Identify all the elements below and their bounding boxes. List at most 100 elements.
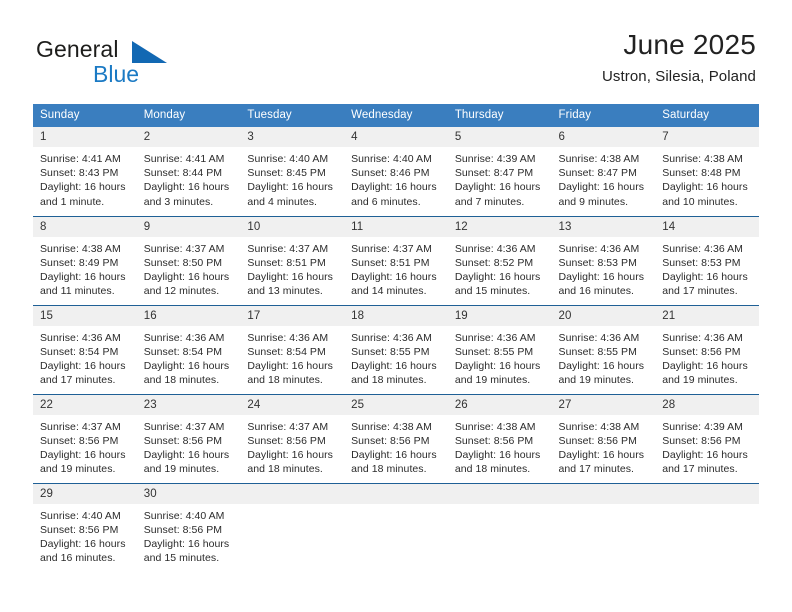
general-blue-logo[interactable]: General Blue: [36, 36, 226, 90]
calendar-day-cell[interactable]: 27 Sunrise: 4:38 AM Sunset: 8:56 PM Dayligh…: [551, 393, 656, 483]
calendar-day-cell[interactable]: 2 Sunrise: 4:41 AM Sunset: 8:44 PM Daylight…: [136, 127, 241, 216]
day-number: 2: [136, 127, 241, 147]
day-details: Sunrise: 4:41 AM Sunset: 8:44 PM Daylight:…: [137, 147, 241, 209]
daylight-duration-line2: and 19 minutes.: [558, 374, 634, 387]
calendar-day-cell[interactable]: 24 Sunrise: 4:37 AM Sunset: 8:56 PM Dayligh…: [240, 393, 345, 483]
sunset-time: Sunset: 8:56 PM: [40, 523, 119, 536]
sunrise-time: Sunrise: 4:38 AM: [40, 242, 121, 255]
sunset-time: Sunset: 8:56 PM: [662, 345, 741, 358]
daylight-duration-line1: Daylight: 16 hours: [662, 181, 748, 194]
calendar-day-cell[interactable]: 4 Sunrise: 4:40 AM Sunset: 8:46 PM Daylight…: [344, 127, 448, 216]
day-details: Sunrise: 4:38 AM Sunset: 8:56 PM Daylight:…: [344, 415, 448, 477]
day-number: 8: [33, 216, 137, 237]
day-number: 19: [447, 305, 552, 326]
sunset-time: Sunset: 8:56 PM: [247, 434, 326, 447]
calendar-day-cell[interactable]: 12 Sunrise: 4:36 AM Sunset: 8:52 PM Dayligh…: [447, 215, 552, 305]
location-subtitle: Ustron, Silesia, Poland: [601, 68, 756, 85]
daylight-duration-line2: and 19 minutes.: [454, 374, 531, 387]
calendar-day-cell-empty: [344, 482, 448, 572]
calendar-day-cell[interactable]: 26 Sunrise: 4:38 AM Sunset: 8:56 PM Dayligh…: [447, 393, 552, 483]
calendar-day-cell[interactable]: 25 Sunrise: 4:38 AM Sunset: 8:56 PM Dayligh…: [344, 393, 448, 483]
day-number: 15: [33, 305, 137, 326]
calendar-day-cell[interactable]: 7 Sunrise: 4:38 AM Sunset: 8:48 PM Daylight…: [655, 127, 759, 216]
calendar-week-row: 1 Sunrise: 4:41 AM Sunset: 8:43 PM Daylight…: [33, 127, 759, 216]
sunrise-time: Sunrise: 4:37 AM: [143, 420, 225, 433]
logo-text-blue: Blue: [93, 61, 140, 87]
calendar-week-row: 8 Sunrise: 4:38 AM Sunset: 8:49 PM Daylight…: [33, 215, 759, 305]
daylight-duration-line2: and 18 minutes.: [247, 463, 323, 476]
calendar-day-cell[interactable]: 14 Sunrise: 4:36 AM Sunset: 8:53 PM Dayligh…: [655, 215, 759, 305]
daylight-duration-line2: and 15 minutes.: [143, 552, 220, 565]
calendar-day-cell[interactable]: 10 Sunrise: 4:37 AM Sunset: 8:51 PM Dayligh…: [240, 215, 345, 305]
day-number: 25: [344, 394, 448, 415]
calendar-day-cell[interactable]: 9 Sunrise: 4:37 AM Sunset: 8:50 PM Daylight…: [136, 215, 241, 305]
day-details: Sunrise: 4:36 AM Sunset: 8:53 PM Daylight:…: [552, 237, 656, 299]
sunset-time: Sunset: 8:53 PM: [558, 256, 637, 269]
day-number: 30: [136, 483, 241, 504]
daylight-duration-line2: and 17 minutes.: [662, 463, 738, 476]
day-details: Sunrise: 4:38 AM Sunset: 8:49 PM Daylight:…: [33, 237, 137, 299]
sunrise-time: Sunrise: 4:37 AM: [247, 242, 329, 255]
day-number: 17: [240, 305, 345, 326]
sunrise-time: Sunrise: 4:40 AM: [143, 509, 225, 522]
day-number: 26: [447, 394, 552, 415]
daylight-duration-line2: and 18 minutes.: [454, 463, 531, 476]
day-number: 6: [551, 127, 656, 147]
sunrise-time: Sunrise: 4:38 AM: [558, 420, 640, 433]
day-number: 18: [344, 305, 448, 326]
weekday-header-wednesday: Wednesday: [344, 104, 448, 127]
weekday-header-tuesday: Tuesday: [240, 104, 345, 127]
calendar-day-cell[interactable]: 5 Sunrise: 4:39 AM Sunset: 8:47 PM Daylight…: [447, 127, 552, 216]
daylight-duration-line1: Daylight: 16 hours: [351, 359, 437, 372]
daylight-duration-line2: and 17 minutes.: [662, 285, 738, 298]
daylight-duration-line2: and 16 minutes.: [558, 285, 634, 298]
calendar-day-cell[interactable]: 30 Sunrise: 4:40 AM Sunset: 8:56 PM Dayligh…: [136, 482, 241, 572]
daylight-duration-line1: Daylight: 16 hours: [247, 181, 333, 194]
calendar-day-cell[interactable]: 29 Sunrise: 4:40 AM Sunset: 8:56 PM Dayligh…: [33, 482, 137, 572]
calendar-day-cell[interactable]: 23 Sunrise: 4:37 AM Sunset: 8:56 PM Dayligh…: [136, 393, 241, 483]
calendar-page: General Blue June 2025 Ustron, Silesia, …: [0, 0, 792, 612]
calendar-day-cell[interactable]: 20 Sunrise: 4:36 AM Sunset: 8:55 PM Dayligh…: [551, 304, 656, 394]
calendar-day-cell[interactable]: 21 Sunrise: 4:36 AM Sunset: 8:56 PM Dayligh…: [655, 304, 759, 394]
daylight-duration-line2: and 18 minutes.: [247, 374, 323, 387]
day-details: Sunrise: 4:37 AM Sunset: 8:50 PM Daylight:…: [137, 237, 241, 299]
day-details: [448, 504, 552, 509]
daylight-duration-line1: Daylight: 16 hours: [143, 448, 230, 461]
daylight-duration-line2: and 12 minutes.: [143, 285, 220, 298]
calendar-day-cell[interactable]: 16 Sunrise: 4:36 AM Sunset: 8:54 PM Dayligh…: [136, 304, 241, 394]
calendar-day-cell[interactable]: 19 Sunrise: 4:36 AM Sunset: 8:55 PM Dayligh…: [447, 304, 552, 394]
calendar-day-cell[interactable]: 28 Sunrise: 4:39 AM Sunset: 8:56 PM Dayligh…: [655, 393, 759, 483]
calendar-day-cell[interactable]: 15 Sunrise: 4:36 AM Sunset: 8:54 PM Dayligh…: [33, 304, 137, 394]
calendar-day-cell[interactable]: 13 Sunrise: 4:36 AM Sunset: 8:53 PM Dayligh…: [551, 215, 656, 305]
day-number: 29: [33, 483, 137, 504]
calendar-day-cell[interactable]: 22 Sunrise: 4:37 AM Sunset: 8:56 PM Dayligh…: [33, 393, 137, 483]
day-number: 4: [344, 127, 448, 147]
daylight-duration-line2: and 19 minutes.: [662, 374, 738, 387]
calendar-header-row: Sunday Monday Tuesday Wednesday Thursday Frid…: [33, 104, 759, 127]
daylight-duration-line2: and 18 minutes.: [351, 374, 427, 387]
sunrise-time: Sunrise: 4:36 AM: [662, 242, 743, 255]
daylight-duration-line1: Daylight: 16 hours: [351, 448, 437, 461]
calendar-day-cell[interactable]: 18 Sunrise: 4:36 AM Sunset: 8:55 PM Dayligh…: [344, 304, 448, 394]
daylight-duration-line1: Daylight: 16 hours: [454, 181, 541, 194]
sunset-time: Sunset: 8:54 PM: [40, 345, 119, 358]
day-details: Sunrise: 4:36 AM Sunset: 8:54 PM Daylight:…: [240, 326, 344, 388]
calendar-day-cell[interactable]: 11 Sunrise: 4:37 AM Sunset: 8:51 PM Dayligh…: [344, 215, 448, 305]
sunset-time: Sunset: 8:55 PM: [558, 345, 637, 358]
daylight-duration-line1: Daylight: 16 hours: [454, 359, 541, 372]
day-details: Sunrise: 4:38 AM Sunset: 8:47 PM Daylight:…: [552, 147, 656, 209]
sunrise-time: Sunrise: 4:39 AM: [662, 420, 743, 433]
calendar-day-cell[interactable]: 8 Sunrise: 4:38 AM Sunset: 8:49 PM Daylight…: [33, 215, 137, 305]
sunset-time: Sunset: 8:53 PM: [662, 256, 741, 269]
calendar-day-cell[interactable]: 6 Sunrise: 4:38 AM Sunset: 8:47 PM Daylight…: [551, 127, 656, 216]
daylight-duration-line1: Daylight: 16 hours: [40, 359, 126, 372]
sunset-time: Sunset: 8:46 PM: [351, 167, 430, 180]
logo-triangle-icon: [132, 41, 167, 63]
calendar-week-row: 29 Sunrise: 4:40 AM Sunset: 8:56 PM Dayligh…: [33, 482, 759, 572]
calendar-day-cell[interactable]: 3 Sunrise: 4:40 AM Sunset: 8:45 PM Daylight…: [240, 127, 345, 216]
sunset-time: Sunset: 8:48 PM: [662, 167, 741, 180]
calendar-day-cell[interactable]: 17 Sunrise: 4:36 AM Sunset: 8:54 PM Dayligh…: [240, 304, 345, 394]
sunrise-time: Sunrise: 4:38 AM: [662, 153, 743, 165]
day-details: Sunrise: 4:37 AM Sunset: 8:56 PM Daylight:…: [240, 415, 344, 477]
calendar-day-cell[interactable]: 1 Sunrise: 4:41 AM Sunset: 8:43 PM Daylight…: [33, 127, 137, 216]
